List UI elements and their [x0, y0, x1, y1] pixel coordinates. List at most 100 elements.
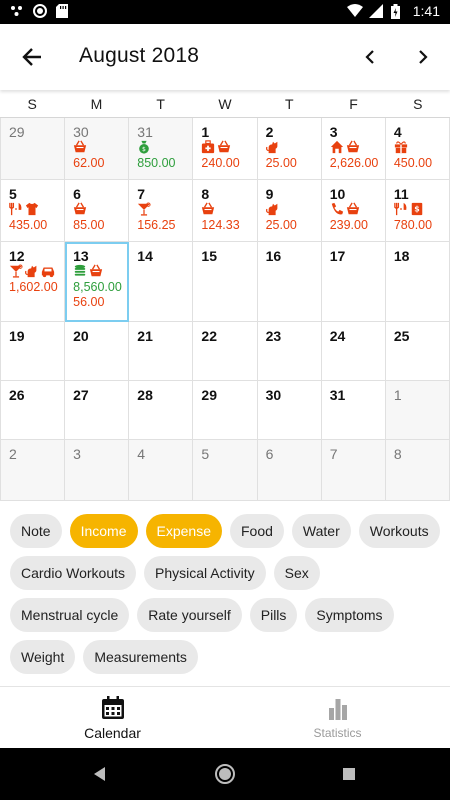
filter-chip-cardio-workouts[interactable]: Cardio Workouts — [10, 556, 137, 590]
filter-chip-measurements[interactable]: Measurements — [83, 640, 198, 674]
calendar-day[interactable]: 2 25.00 — [257, 118, 322, 180]
calendar-day[interactable]: 6 — [257, 440, 322, 501]
calendar-day[interactable]: 8 — [385, 440, 450, 501]
back-button[interactable] — [12, 37, 52, 77]
expense-amount: 450.00 — [393, 156, 433, 170]
calendar-day[interactable]: 24 — [321, 322, 386, 381]
calendar-day[interactable]: 7 156.25 — [129, 180, 194, 242]
calendar-day[interactable]: 9 25.00 — [257, 180, 322, 242]
weekday-label: S — [413, 96, 423, 112]
expense-amount: 56.00 — [73, 295, 105, 309]
nav-statistics[interactable]: Statistics — [225, 687, 450, 748]
day-number: 9 — [265, 186, 274, 202]
day-number: 25 — [393, 328, 410, 344]
calendar-day[interactable]: 5 435.00 — [1, 180, 66, 242]
calendar-day-today[interactable]: 13 8,560.00 56.00 — [65, 242, 130, 322]
filter-chip-rate-yourself[interactable]: Rate yourself — [137, 598, 242, 632]
calendar-day[interactable]: 27 — [65, 381, 130, 440]
weekday-label: T — [156, 96, 165, 112]
calendar-day[interactable]: 30 — [257, 381, 322, 440]
previous-month-button[interactable] — [352, 37, 388, 77]
calendar-day[interactable]: 25 — [385, 322, 450, 381]
calendar-day[interactable]: 19 — [1, 322, 66, 381]
weekday-label: T — [285, 96, 294, 112]
day-event-icons — [330, 140, 385, 156]
day-event-icons: $ — [137, 140, 192, 156]
calendar-grid: 29 30 62.00 31 $850.00 1 240.00 2 25.00 3 2,626.00… — [0, 118, 450, 501]
filter-chip-food[interactable]: Food — [229, 514, 284, 548]
day-event-icons — [73, 140, 128, 156]
system-recents-button[interactable] — [337, 762, 361, 786]
calendar-day[interactable]: 16 — [257, 242, 322, 322]
weekday-label: S — [27, 96, 37, 112]
filter-chip-pills[interactable]: Pills — [249, 598, 298, 632]
calendar-day[interactable]: 11 $780.00 — [385, 180, 450, 242]
calendar-day[interactable]: 7 — [321, 440, 386, 501]
system-back-button[interactable] — [88, 762, 112, 786]
calendar-day[interactable]: 23 — [257, 322, 322, 381]
calendar-day[interactable]: 6 85.00 — [65, 180, 130, 242]
calendar-day[interactable]: 29 — [1, 118, 66, 180]
calendar-day[interactable]: 21 — [129, 322, 194, 381]
filter-chip-symptoms[interactable]: Symptoms — [305, 598, 394, 632]
day-number: 5 — [201, 446, 210, 462]
calendar-day[interactable]: 10 239.00 — [321, 180, 386, 242]
circle-icon — [33, 4, 47, 18]
day-number: 4 — [137, 446, 146, 462]
expense-amount: 156.25 — [137, 218, 176, 232]
filter-chip-sex[interactable]: Sex — [273, 556, 320, 590]
income-amount: 850.00 — [137, 156, 176, 170]
day-number: 15 — [201, 248, 217, 264]
expense-amount: 25.00 — [265, 156, 297, 170]
filter-chip-expense[interactable]: Expense — [145, 514, 222, 548]
day-event-icons — [330, 202, 385, 218]
expense-amount: 1,602.00 — [9, 280, 58, 294]
triangle-back-icon — [94, 767, 105, 781]
svg-text:$: $ — [142, 145, 146, 152]
system-home-button[interactable] — [213, 762, 237, 786]
nav-calendar[interactable]: Calendar — [0, 687, 225, 748]
calendar-day[interactable]: 15 — [193, 242, 258, 322]
calendar-day[interactable]: 8 124.33 — [193, 180, 258, 242]
filter-chip-workouts[interactable]: Workouts — [358, 514, 440, 548]
calendar-day[interactable]: 18 — [385, 242, 450, 322]
calendar-day[interactable]: 17 — [321, 242, 386, 322]
calendar-day[interactable]: 28 — [129, 381, 194, 440]
nav-calendar-label: Calendar — [84, 724, 141, 741]
calendar-day[interactable]: 31 $850.00 — [129, 118, 194, 180]
day-number: 31 — [137, 124, 153, 140]
calendar-day[interactable]: 5 — [193, 440, 258, 501]
calendar-day[interactable]: 1 — [385, 381, 450, 440]
filter-chip-income[interactable]: Income — [69, 514, 138, 548]
calendar-day[interactable]: 31 — [321, 381, 386, 440]
calendar-day[interactable]: 12 1,602.00 — [1, 242, 66, 322]
calendar-day[interactable]: 30 62.00 — [65, 118, 130, 180]
calendar-day[interactable]: 4 — [129, 440, 194, 501]
day-number: 16 — [265, 248, 282, 264]
calendar-day[interactable]: 26 — [1, 381, 66, 440]
calendar-day[interactable]: 4 450.00 — [385, 118, 450, 180]
filter-chip-menstrual-cycle[interactable]: Menstrual cycle — [10, 598, 130, 632]
day-number: 14 — [137, 248, 153, 264]
filter-chip-physical-activity[interactable]: Physical Activity — [144, 556, 266, 590]
day-number: 8 — [201, 186, 210, 202]
filter-chip-water[interactable]: Water — [291, 514, 351, 548]
filter-chip-weight[interactable]: Weight — [10, 640, 76, 674]
calendar-day[interactable]: 1 240.00 — [193, 118, 258, 180]
calendar-day[interactable]: 2 — [1, 440, 66, 501]
filter-chip-note[interactable]: Note — [10, 514, 62, 548]
calendar-day[interactable]: 3 — [65, 440, 130, 501]
day-number: 31 — [329, 387, 346, 403]
calendar-day[interactable]: 22 — [193, 322, 258, 381]
day-number: 10 — [329, 186, 346, 202]
weekday-header: S M T W T F S — [0, 90, 450, 118]
day-number: 1 — [393, 387, 402, 403]
next-month-button[interactable] — [405, 37, 441, 77]
calendar-day[interactable]: 29 — [193, 381, 258, 440]
expense-amount: 780.00 — [393, 218, 433, 232]
calendar-day[interactable]: 14 — [129, 242, 194, 322]
calendar-day[interactable]: 3 2,626.00 — [321, 118, 386, 180]
day-number: 21 — [137, 328, 153, 344]
day-number: 2 — [9, 446, 17, 462]
calendar-day[interactable]: 20 — [65, 322, 130, 381]
